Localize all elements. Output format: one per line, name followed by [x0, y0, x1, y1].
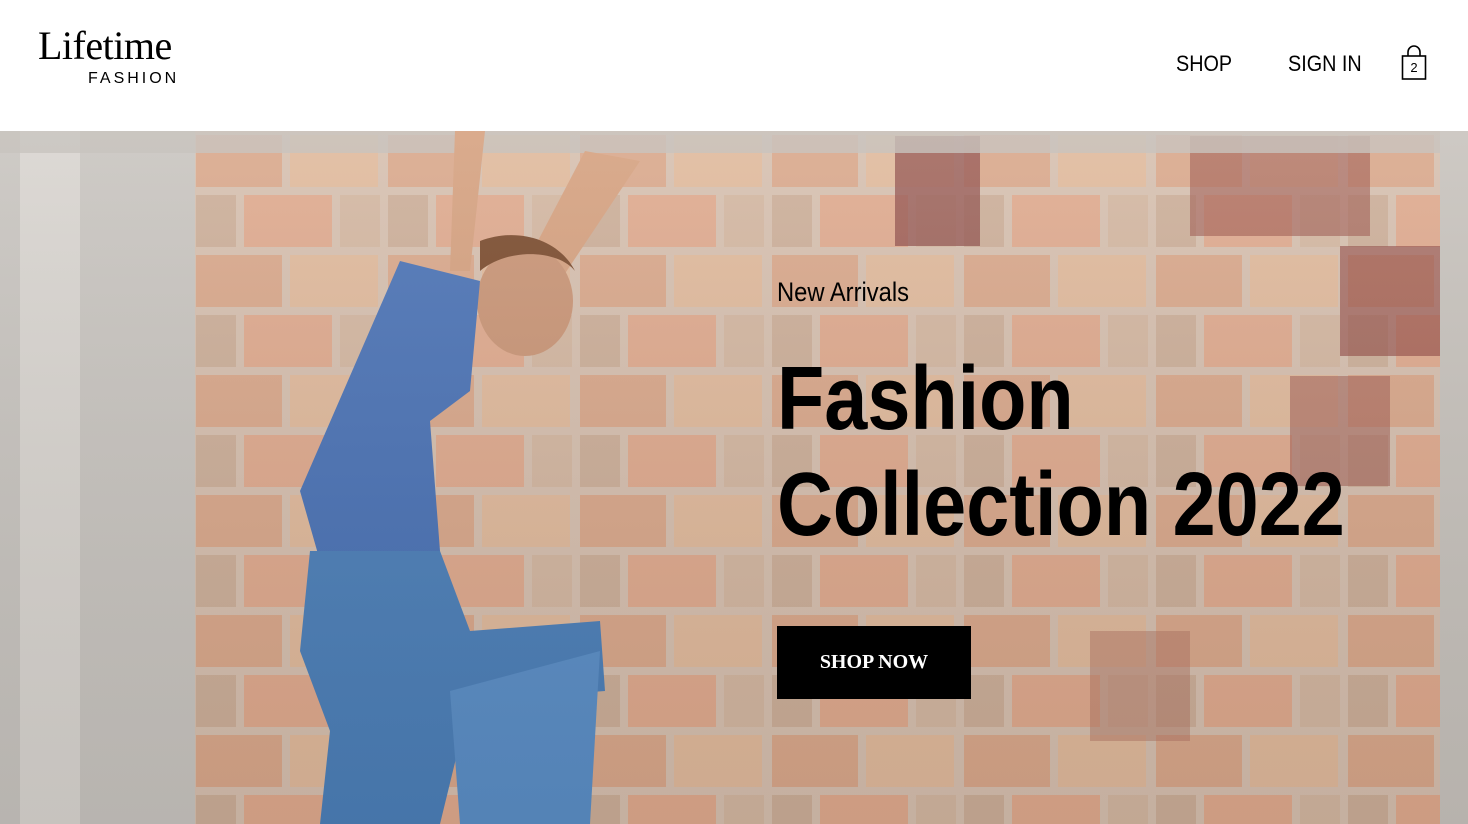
brand-logo[interactable]: Lifetime FASHION: [38, 24, 198, 96]
hero-title: Fashion Collection 2022: [777, 346, 1362, 558]
hero-eyebrow: New Arrivals: [777, 277, 910, 307]
site-header: Lifetime FASHION SHOP SIGN IN 2: [0, 0, 1468, 131]
logo-subtitle: FASHION: [88, 70, 180, 87]
hero-title-line-1: Fashion: [777, 349, 1074, 449]
hero-banner: New Arrivals Fashion Collection 2022 SHO…: [0, 131, 1468, 824]
nav-shop-link[interactable]: SHOP: [1176, 50, 1232, 78]
nav-signin-link[interactable]: SIGN IN: [1288, 50, 1362, 78]
cart-button[interactable]: 2: [1400, 44, 1428, 82]
logo-title: Lifetime: [38, 23, 172, 68]
cart-count-badge: 2: [1410, 60, 1418, 75]
hero-title-line-2: Collection 2022: [777, 455, 1345, 555]
shop-now-button[interactable]: SHOP NOW: [777, 626, 971, 699]
